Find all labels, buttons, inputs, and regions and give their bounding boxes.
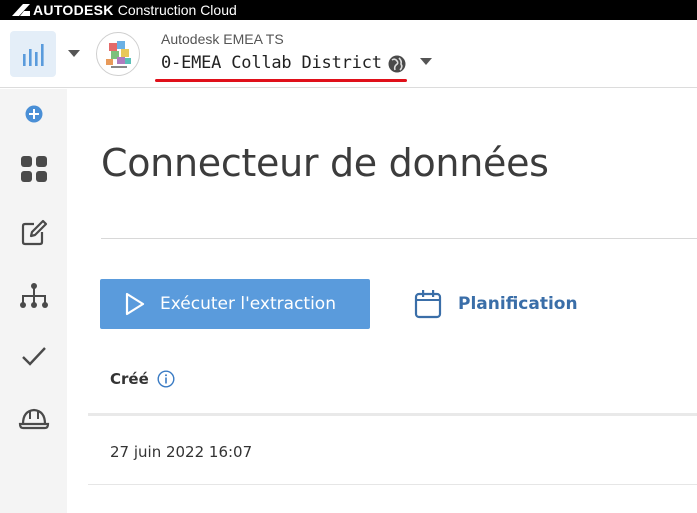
sidebar-item-tasks[interactable] xyxy=(0,341,67,371)
run-extraction-label: Exécuter l'extraction xyxy=(160,294,336,314)
info-icon[interactable] xyxy=(157,370,175,388)
project-logo-icon xyxy=(106,41,131,68)
highlight-underline xyxy=(155,79,407,82)
created-date-cell: 27 juin 2022 16:07 xyxy=(110,442,253,461)
sidebar-item-safety[interactable] xyxy=(0,402,67,434)
checkmark-icon xyxy=(21,347,46,366)
sidebar-item-home[interactable] xyxy=(0,152,67,186)
hard-hat-icon xyxy=(18,408,49,430)
globe-icon xyxy=(388,55,406,73)
grid-apps-icon xyxy=(20,156,47,182)
bar-chart-icon xyxy=(23,44,44,66)
divider xyxy=(101,238,697,239)
hierarchy-icon xyxy=(19,283,48,308)
app-switcher-button[interactable] xyxy=(10,31,56,77)
calendar-icon xyxy=(414,290,442,319)
schedule-label: Planification xyxy=(458,294,578,314)
autodesk-logo-icon xyxy=(12,4,30,16)
main-content: Connecteur de données Exécuter l'extract… xyxy=(67,89,697,513)
project-name[interactable]: 0-EMEA Collab District xyxy=(161,53,382,73)
product-name: Construction Cloud xyxy=(117,2,237,18)
top-bar: AUTODESK Construction Cloud xyxy=(0,0,697,20)
left-sidebar xyxy=(0,89,67,513)
column-header-created[interactable]: Créé xyxy=(110,370,149,388)
schedule-button[interactable]: Planification xyxy=(414,287,578,321)
project-dropdown-icon[interactable] xyxy=(420,58,432,66)
account-name: Autodesk EMEA TS xyxy=(161,31,284,47)
table-row[interactable]: 27 juin 2022 16:07 xyxy=(88,419,697,485)
sidebar-item-hierarchy[interactable] xyxy=(0,279,67,313)
run-extraction-button[interactable]: Exécuter l'extraction xyxy=(100,279,370,329)
brand-name: AUTODESK xyxy=(33,2,114,18)
sidebar-item-add[interactable] xyxy=(0,103,67,125)
sidebar-item-edit[interactable] xyxy=(0,216,67,248)
edit-icon xyxy=(21,219,47,246)
page-title: Connecteur de données xyxy=(101,141,549,185)
table-header: Créé xyxy=(88,345,697,416)
play-icon xyxy=(125,292,145,316)
project-thumbnail[interactable] xyxy=(96,32,140,76)
chevron-down-icon[interactable] xyxy=(68,50,80,58)
add-circle-icon xyxy=(25,105,42,123)
project-header: Autodesk EMEA TS 0-EMEA Collab District xyxy=(0,20,697,88)
